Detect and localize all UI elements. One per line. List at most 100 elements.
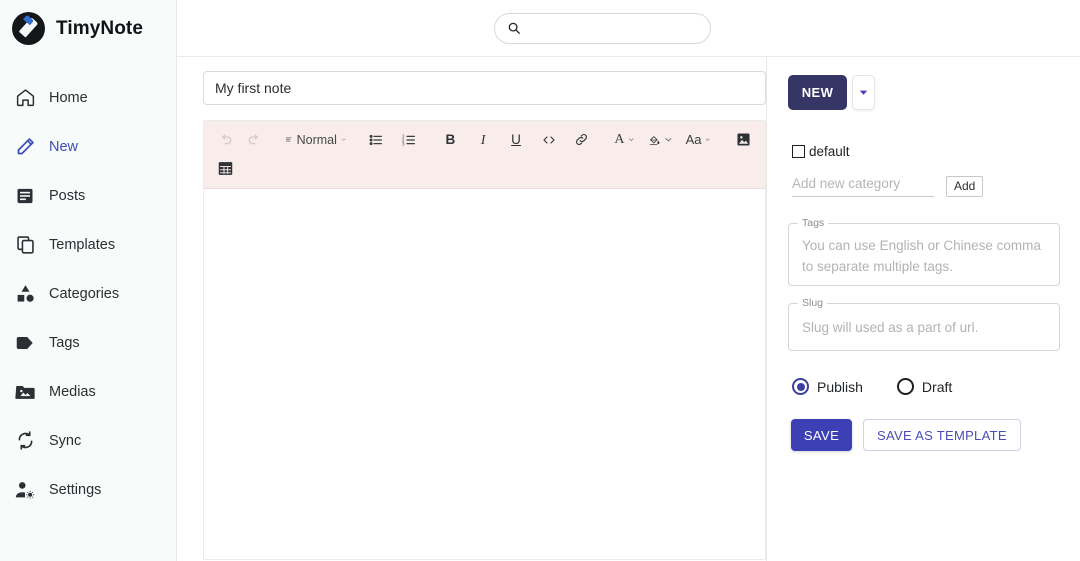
italic-button[interactable]: I	[472, 127, 495, 152]
save-button[interactable]: SAVE	[791, 419, 852, 451]
paragraph-icon	[286, 137, 292, 142]
slug-field-placeholder: Slug will used as a part of url.	[802, 320, 979, 335]
sidebar-item-label: New	[49, 138, 79, 155]
bold-icon: B	[445, 132, 456, 147]
redo-button[interactable]	[242, 127, 265, 152]
sidebar-item-label: Home	[49, 89, 88, 106]
image-icon	[737, 133, 750, 146]
pencil-icon	[14, 136, 36, 158]
sidebar-item-label: Categories	[49, 285, 120, 302]
text-color-icon: A	[614, 131, 625, 147]
tag-icon	[14, 332, 36, 354]
copy-icon	[14, 234, 36, 256]
new-button[interactable]: NEW	[788, 75, 847, 110]
action-buttons: SAVE SAVE AS TEMPLATE	[791, 419, 1080, 451]
brand: TimyNote	[0, 0, 176, 57]
chevron-down-icon	[859, 90, 868, 95]
fill-color-icon	[649, 135, 660, 145]
note-settings-panel: NEW default Add Tags You can use English…	[766, 57, 1080, 561]
font-size-icon: Aa	[685, 132, 702, 147]
pen-circle-logo-icon	[12, 12, 45, 45]
sidebar-item-tags[interactable]: Tags	[0, 318, 176, 367]
content-row: Normal	[177, 57, 1080, 561]
category-checkbox[interactable]	[792, 145, 805, 158]
radio-publish-label: Publish	[817, 378, 863, 395]
manage-accounts-icon	[14, 479, 36, 501]
tags-field[interactable]: Tags You can use English or Chinese comm…	[788, 217, 1060, 286]
editor-content-area[interactable]	[204, 189, 765, 559]
sidebar-item-settings[interactable]: Settings	[0, 465, 176, 514]
sidebar-item-categories[interactable]: Categories	[0, 269, 176, 318]
underline-icon: U	[511, 132, 521, 147]
highlight-color-dropdown[interactable]	[645, 127, 676, 152]
sidebar: TimyNote Home New Posts Templates Catego…	[0, 0, 177, 561]
code-icon	[543, 135, 555, 144]
sidebar-item-new[interactable]: New	[0, 122, 176, 171]
sidebar-item-label: Templates	[49, 236, 116, 253]
undo-button[interactable]	[214, 127, 237, 152]
note-title-input[interactable]	[203, 71, 766, 105]
image-folder-icon	[14, 381, 36, 403]
insert-image-button[interactable]	[732, 127, 755, 152]
top-bar	[177, 0, 1080, 57]
main-area: Normal	[177, 0, 1080, 561]
text-color-dropdown[interactable]: A	[611, 127, 638, 152]
article-icon	[14, 185, 36, 207]
code-button[interactable]	[537, 127, 560, 152]
tags-field-placeholder: You can use English or Chinese comma to …	[802, 238, 1041, 274]
add-category-input[interactable]	[792, 172, 934, 197]
svg-text:3: 3	[402, 141, 405, 146]
sidebar-nav: Home New Posts Templates Categories Tags…	[0, 57, 176, 514]
slug-field-legend: Slug	[798, 297, 828, 309]
save-as-template-button[interactable]: SAVE AS TEMPLATE	[863, 419, 1021, 451]
insert-table-button[interactable]	[214, 156, 237, 181]
sidebar-item-label: Medias	[49, 383, 96, 400]
radio-draft-label: Draft	[921, 378, 953, 395]
sidebar-item-medias[interactable]: Medias	[0, 367, 176, 416]
new-button-group: NEW	[788, 75, 1080, 110]
category-checkbox-row[interactable]: default	[792, 144, 1080, 159]
numbered-list-button[interactable]: 1 2 3	[398, 127, 421, 152]
sync-icon	[14, 430, 36, 452]
brand-name: TimyNote	[56, 17, 144, 39]
category-checkbox-label: default	[809, 144, 850, 159]
link-button[interactable]	[570, 127, 593, 152]
paragraph-style-label: Normal	[296, 132, 337, 147]
font-size-dropdown[interactable]: Aa	[683, 127, 714, 152]
toolbar-row-1: Normal 1 2 3 B I U A Aa	[214, 125, 755, 154]
sidebar-item-label: Sync	[49, 432, 82, 449]
sidebar-item-posts[interactable]: Posts	[0, 171, 176, 220]
sidebar-item-label: Posts	[49, 187, 86, 204]
chevron-down-icon	[706, 138, 711, 141]
link-icon	[576, 133, 588, 146]
sidebar-item-label: Tags	[49, 334, 80, 351]
search-box[interactable]	[494, 12, 711, 44]
sidebar-item-label: Settings	[49, 481, 102, 498]
paragraph-style-dropdown[interactable]: Normal	[282, 127, 349, 152]
tags-field-legend: Tags	[798, 217, 829, 229]
editor-toolbar: Normal 1 2 3 B I U A Aa	[204, 121, 765, 189]
rich-text-editor: Normal 1 2 3 B I U A Aa	[203, 120, 766, 560]
home-icon	[14, 87, 36, 109]
chevron-down-icon	[341, 138, 346, 141]
editor-column: Normal	[177, 57, 766, 561]
table-icon	[218, 162, 233, 175]
new-dropdown-button[interactable]	[852, 75, 875, 110]
add-category-row: Add	[792, 172, 1080, 197]
radio-draft[interactable]	[896, 378, 914, 395]
search-icon	[508, 22, 520, 34]
underline-button[interactable]: U	[505, 127, 528, 152]
add-category-button[interactable]: Add	[946, 176, 984, 197]
app-root: TimyNote Home New Posts Templates Catego…	[0, 0, 1080, 561]
search-input[interactable]	[528, 13, 700, 43]
bold-button[interactable]: B	[439, 127, 462, 152]
chevron-down-icon	[629, 138, 634, 142]
status-radio-group: Publish Draft	[792, 378, 1080, 395]
bullet-list-button[interactable]	[365, 127, 388, 152]
chevron-down-icon	[665, 138, 672, 142]
sidebar-item-home[interactable]: Home	[0, 73, 176, 122]
sidebar-item-templates[interactable]: Templates	[0, 220, 176, 269]
slug-field[interactable]: Slug Slug will used as a part of url.	[788, 297, 1060, 351]
radio-publish[interactable]	[792, 378, 809, 395]
sidebar-item-sync[interactable]: Sync	[0, 416, 176, 465]
